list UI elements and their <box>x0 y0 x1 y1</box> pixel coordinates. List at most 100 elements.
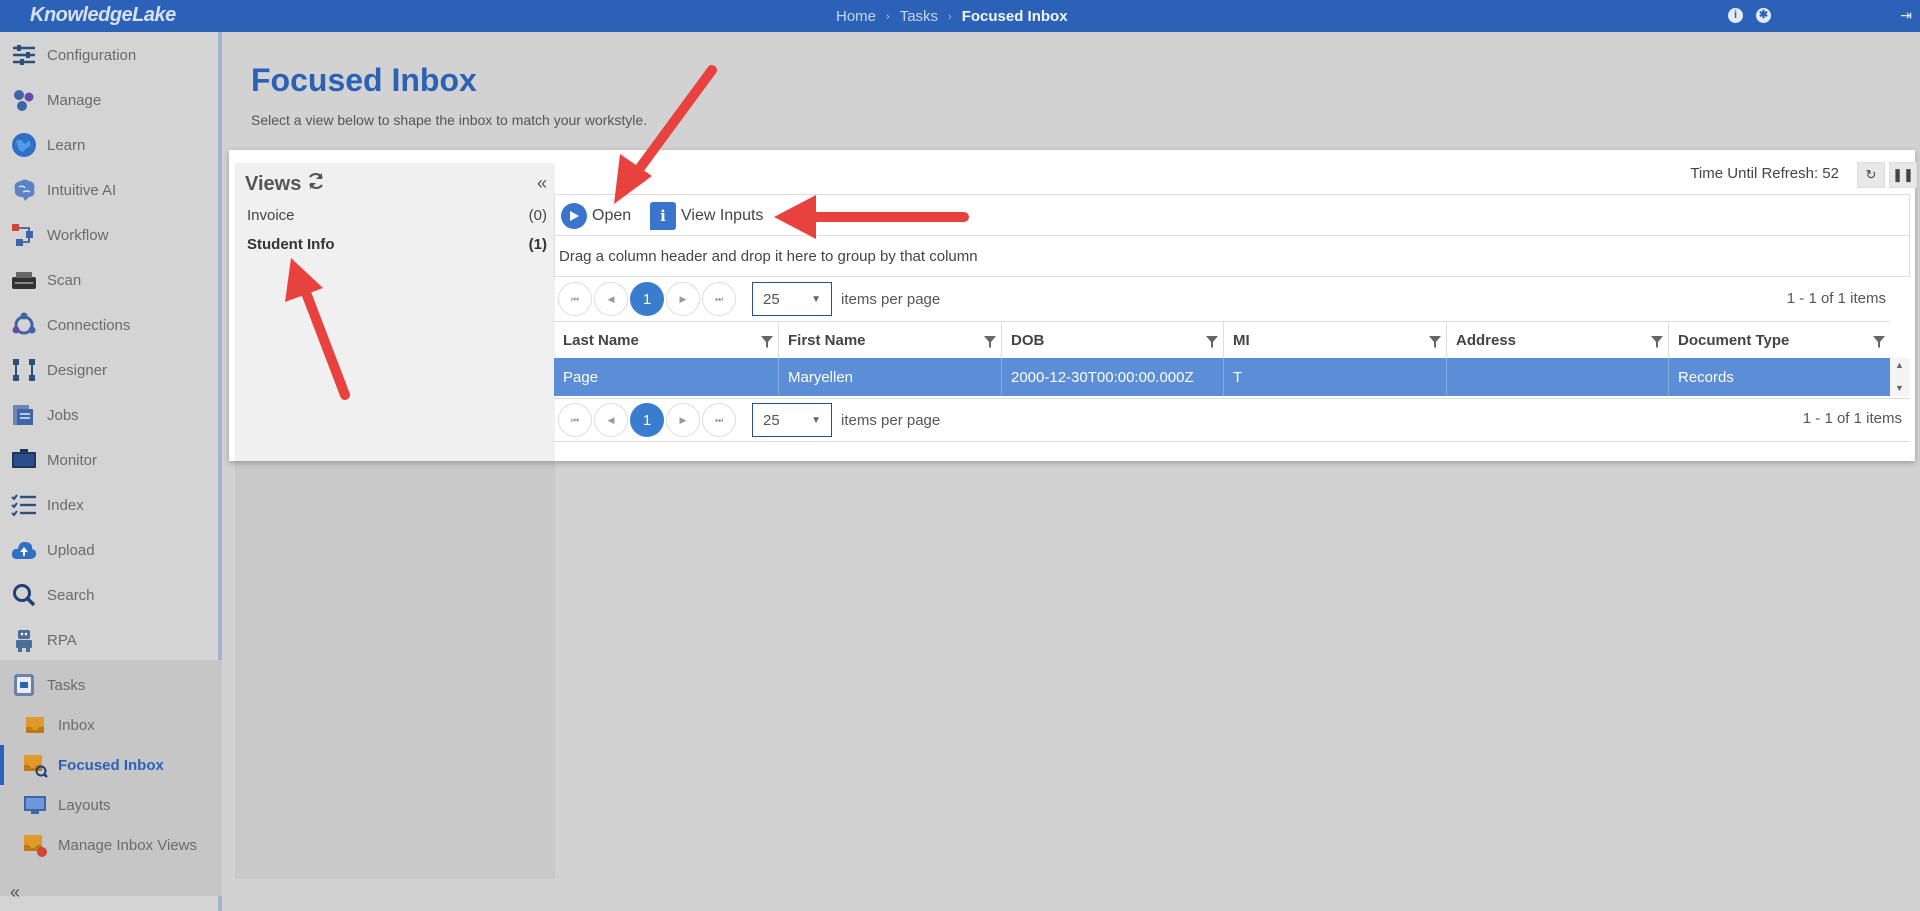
scroll-up-icon[interactable]: ▲ <box>1895 360 1904 370</box>
action-toolbar: Open i View Inputs <box>554 194 1910 236</box>
cell-last-name: Page <box>563 369 599 386</box>
breadcrumb-home[interactable]: Home <box>836 8 876 25</box>
info-icon: i <box>650 202 676 230</box>
sidebar-item-rpa[interactable]: RPA <box>0 618 222 662</box>
views-panel-extension <box>235 461 555 879</box>
last-page-icon[interactable]: ⏭ <box>702 403 736 437</box>
sidebar-item-tasks[interactable]: Tasks <box>0 663 222 707</box>
breadcrumb: Home › Tasks › Focused Inbox <box>836 8 1068 25</box>
logout-icon[interactable]: ⇥ <box>1900 7 1912 24</box>
refresh-icon: ↻ <box>1865 167 1877 182</box>
cell-mi: T <box>1223 358 1446 396</box>
views-list: Views « Invoice (0) Student Info (1) <box>235 163 555 461</box>
sidebar-item-index[interactable]: Index <box>0 483 222 527</box>
page-number-button[interactable]: 1 <box>630 282 664 316</box>
refresh-now-button[interactable]: ↻ <box>1857 162 1885 188</box>
cell-address <box>1446 358 1668 396</box>
gear-icon[interactable]: ✱ <box>1756 8 1771 23</box>
sidebar-item-manage-inbox-views[interactable]: Manage Inbox Views <box>0 825 222 865</box>
column-header-first-name[interactable]: First Name <box>778 322 1001 359</box>
cell-first-name: Maryellen <box>778 358 1001 396</box>
sidebar-item-manage[interactable]: Manage <box>0 78 222 122</box>
prev-page-icon[interactable]: ◀ <box>594 282 628 316</box>
filter-icon[interactable] <box>1873 335 1885 352</box>
first-page-icon[interactable]: ⏮ <box>558 282 592 316</box>
sidebar-item-monitor[interactable]: Monitor <box>0 438 222 482</box>
next-page-icon[interactable]: ▶ <box>666 403 700 437</box>
grid-scrollbar[interactable]: ▲ ▼ <box>1890 358 1910 396</box>
group-by-drop-zone[interactable]: Drag a column header and drop it here to… <box>554 236 1910 277</box>
sidebar-item-designer[interactable]: Designer <box>0 348 222 392</box>
sidebar-item-layouts[interactable]: Layouts <box>0 785 222 825</box>
first-page-icon[interactable]: ⏮ <box>558 403 592 437</box>
column-header-mi[interactable]: MI <box>1223 322 1446 359</box>
sidebar-item-scan[interactable]: Scan <box>0 258 222 302</box>
sidebar-item-jobs[interactable]: Jobs <box>0 393 222 437</box>
item-count: 1 - 1 of 1 items <box>1786 290 1886 307</box>
refresh-countdown: Time Until Refresh: 52 <box>1690 165 1839 182</box>
designer-icon <box>11 357 37 383</box>
brain-icon <box>11 177 37 203</box>
filter-icon[interactable] <box>984 335 996 352</box>
view-inputs-button[interactable]: i View Inputs <box>650 202 763 230</box>
sidebar-item-connections[interactable]: Connections <box>0 303 222 347</box>
top-bar: KnowledgeLake Home › Tasks › Focused Inb… <box>0 0 1920 32</box>
sidebar-item-search[interactable]: Search <box>0 573 222 617</box>
info-icon[interactable]: i <box>1728 8 1743 23</box>
scroll-down-icon[interactable]: ▼ <box>1895 383 1904 393</box>
upload-icon <box>11 537 37 563</box>
refresh-views-icon[interactable] <box>307 172 325 196</box>
column-header-document-type[interactable]: Document Type <box>1668 322 1890 359</box>
prev-page-icon[interactable]: ◀ <box>594 403 628 437</box>
robot-icon <box>11 627 37 653</box>
filter-icon[interactable] <box>1651 335 1663 352</box>
column-header-dob[interactable]: DOB <box>1001 322 1223 359</box>
connections-icon <box>11 312 37 338</box>
breadcrumb-tasks[interactable]: Tasks <box>900 8 938 25</box>
focused-inbox-icon <box>22 752 48 778</box>
grid-header: Last Name First Name DOB MI Address Docu… <box>554 321 1890 359</box>
monitor-icon <box>11 447 37 473</box>
column-header-address[interactable]: Address <box>1446 322 1668 359</box>
chevron-down-icon: ▼ <box>811 415 821 426</box>
page-size-select[interactable]: 25 ▼ <box>752 403 832 437</box>
filter-icon[interactable] <box>761 335 773 352</box>
page-title: Focused Inbox <box>251 62 477 98</box>
view-item-invoice[interactable]: Invoice (0) <box>247 207 547 229</box>
sidebar-item-learn[interactable]: Learn <box>0 123 222 167</box>
sidebar-item-inbox[interactable]: Inbox <box>0 705 222 745</box>
inbox-icon <box>22 712 48 738</box>
filter-icon[interactable] <box>1429 335 1441 352</box>
page-size-select[interactable]: 25 ▼ <box>752 282 832 316</box>
sidebar-item-configuration[interactable]: Configuration <box>0 33 222 77</box>
pause-icon: ❚❚ <box>1892 167 1914 182</box>
sidebar-item-upload[interactable]: Upload <box>0 528 222 572</box>
manage-icon <box>11 87 37 113</box>
pager-top: ⏮ ◀ 1 ▶ ⏭ 25 ▼ items per page 1 - 1 of 1… <box>554 279 1910 319</box>
views-title: Views <box>245 172 325 196</box>
sidebar-item-workflow[interactable]: Workflow <box>0 213 222 257</box>
sidebar-item-intuitive-ai[interactable]: Intuitive AI <box>0 168 222 212</box>
jobs-icon <box>11 402 37 428</box>
breadcrumb-separator-icon: › <box>948 10 952 23</box>
scanner-icon <box>11 267 37 293</box>
items-per-page-label: items per page <box>841 411 941 429</box>
brand-logo[interactable]: KnowledgeLake <box>30 4 176 27</box>
globe-icon <box>11 132 37 158</box>
index-icon <box>11 492 37 518</box>
next-page-icon[interactable]: ▶ <box>666 282 700 316</box>
table-row[interactable]: Page Maryellen 2000-12-30T00:00:00.000Z … <box>554 358 1890 396</box>
pause-refresh-button[interactable]: ❚❚ <box>1889 162 1917 188</box>
filter-icon[interactable] <box>1206 335 1218 352</box>
view-item-student-info[interactable]: Student Info (1) <box>247 236 547 258</box>
page-number-button[interactable]: 1 <box>630 403 664 437</box>
column-header-last-name[interactable]: Last Name <box>554 322 778 359</box>
sidebar-item-focused-inbox[interactable]: Focused Inbox <box>0 745 222 785</box>
sidebar-collapse-icon[interactable]: « <box>10 882 20 903</box>
breadcrumb-separator-icon: › <box>886 10 890 23</box>
manage-inbox-icon <box>22 832 48 858</box>
last-page-icon[interactable]: ⏭ <box>702 282 736 316</box>
collapse-views-icon[interactable]: « <box>537 173 547 194</box>
open-button[interactable]: Open <box>561 202 631 230</box>
sliders-icon <box>11 42 37 68</box>
